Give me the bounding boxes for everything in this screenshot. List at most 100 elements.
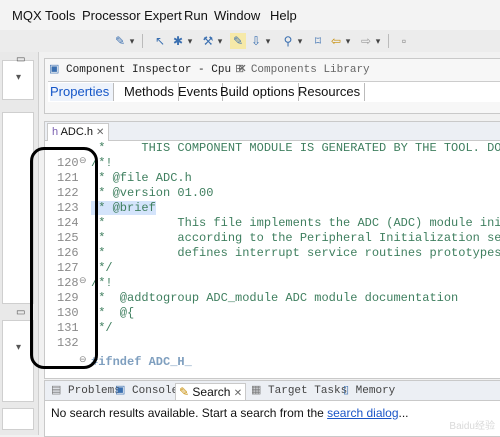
- tab-problems[interactable]: ▤ Problems: [51, 383, 121, 399]
- window-icon[interactable]: ▫: [396, 33, 412, 49]
- tab-label: Memory: [355, 385, 396, 397]
- code-line: 122 * @version 01.00: [45, 186, 500, 201]
- debug-icon[interactable]: ✎: [112, 33, 128, 49]
- console-icon: ▣: [115, 385, 126, 397]
- pin-icon[interactable]: ⚲: [280, 33, 296, 49]
- tab-properties[interactable]: Properties: [50, 83, 115, 101]
- line-number: 132: [57, 336, 79, 350]
- line-text: * @version 01.00: [91, 186, 214, 200]
- line-number: 130: [57, 306, 79, 320]
- tab-adc-h[interactable]: h ADC.h ✕: [47, 123, 110, 141]
- line-number: 127: [57, 261, 79, 275]
- menu-run[interactable]: Run: [184, 8, 208, 23]
- tab-label: Search: [192, 385, 231, 399]
- left-panel: ▭ ▾ ▭ ▾: [0, 52, 39, 435]
- chevron-down-icon[interactable]: ▾: [216, 33, 224, 49]
- fold-icon[interactable]: ⊖: [79, 276, 87, 286]
- code-line: 120 ⊖ /*!: [45, 156, 500, 171]
- minimize-icon[interactable]: ▭: [16, 307, 25, 318]
- property-tabs: Properties Methods Events Build options …: [48, 81, 500, 102]
- chevron-down-icon[interactable]: ▾: [16, 72, 21, 83]
- forward-icon[interactable]: ⇨: [358, 33, 374, 49]
- chevron-down-icon[interactable]: ▾: [16, 342, 21, 353]
- pointer-icon[interactable]: ↖: [152, 33, 168, 49]
- line-text: * THIS COMPONENT MODULE IS GENERATED BY …: [98, 141, 500, 155]
- tab-target-tasks[interactable]: ▦ Target Tasks: [251, 383, 347, 399]
- code-line: * THIS COMPONENT MODULE IS GENERATED BY …: [45, 141, 500, 156]
- message-text: No search results available. Start a sea…: [51, 406, 328, 420]
- menu-mqx-tools[interactable]: MQX Tools: [12, 8, 75, 23]
- bookmark-icon[interactable]: ⌑: [310, 33, 326, 49]
- search-dialog-link[interactable]: search dialog: [327, 406, 398, 420]
- code-line: 130 * @{: [45, 306, 500, 321]
- tab-methods[interactable]: Methods: [124, 83, 179, 101]
- code-line: 127 */: [45, 261, 500, 276]
- tab-console[interactable]: ▣ Console: [115, 383, 178, 399]
- inspector-icon: ▣: [49, 64, 60, 76]
- tasks-icon: ▦: [251, 385, 262, 397]
- line-number: 126: [57, 246, 79, 260]
- tab-label: Components Library: [250, 64, 370, 76]
- chevron-down-icon[interactable]: ▾: [374, 33, 382, 49]
- watermark: Baidu经验: [449, 421, 495, 432]
- left-view-bottom[interactable]: [2, 408, 34, 430]
- tab-build-options[interactable]: Build options: [220, 83, 300, 101]
- line-number: 121: [57, 171, 79, 185]
- code-line: 132: [45, 336, 500, 351]
- code-line: 128 ⊖ /*!: [45, 276, 500, 291]
- tab-resources[interactable]: Resources: [298, 83, 366, 101]
- search-icon[interactable]: ⇩: [248, 33, 264, 49]
- tab-components-library[interactable]: ⊞ Components Library: [235, 61, 370, 79]
- line-number: 123: [57, 201, 79, 215]
- tab-events[interactable]: Events: [178, 83, 223, 101]
- chevron-down-icon[interactable]: ▾: [186, 33, 194, 49]
- line-text: * @{: [91, 306, 135, 320]
- toolbar-separator: [142, 34, 143, 48]
- code-line: 129 * @addtogroup ADC_module ADC module …: [45, 291, 500, 306]
- editor-tab-bar: h ADC.h ✕: [45, 122, 500, 141]
- close-icon[interactable]: ✕: [234, 388, 242, 399]
- line-text: * defines interrupt service routines pro…: [91, 246, 500, 260]
- menu-processor-expert[interactable]: Processor Expert: [82, 8, 182, 23]
- code-line: ⊖ #ifndef ADC_H_: [45, 355, 500, 370]
- fold-icon[interactable]: ⊖: [79, 156, 87, 166]
- line-number: 124: [57, 216, 79, 230]
- line-text: /*!: [91, 156, 113, 170]
- tab-label: Console: [132, 385, 179, 397]
- message-ellipsis: ...: [398, 406, 409, 420]
- line-text: #ifndef ADC_H_: [91, 355, 192, 369]
- code-line: 131 */: [45, 321, 500, 336]
- tab-component-inspector[interactable]: ▣ Component Inspector - Cpu ✕: [49, 61, 247, 79]
- chevron-down-icon[interactable]: ▾: [128, 33, 136, 49]
- tab-label: Target Tasks: [268, 385, 348, 397]
- back-icon[interactable]: ⇦: [328, 33, 344, 49]
- code-area[interactable]: * THIS COMPONENT MODULE IS GENERATED BY …: [45, 141, 500, 378]
- menu-help[interactable]: Help: [270, 8, 297, 23]
- gear-icon[interactable]: ✱: [170, 33, 186, 49]
- wrench-icon[interactable]: ⚒: [200, 33, 216, 49]
- close-icon[interactable]: ✕: [96, 127, 104, 138]
- line-number: 131: [57, 321, 79, 335]
- line-text: * This file implements the ADC (ADC) mod…: [98, 216, 500, 230]
- chevron-down-icon[interactable]: ▾: [264, 33, 272, 49]
- tab-memory[interactable]: ▯ Memory: [343, 383, 395, 399]
- problems-icon: ▤: [51, 385, 62, 397]
- line-number: 129: [57, 291, 79, 305]
- tab-search[interactable]: ✎ Search ✕: [175, 383, 247, 400]
- code-line: 126 * defines interrupt service routines…: [45, 246, 500, 261]
- left-view-tree[interactable]: [2, 112, 34, 304]
- memory-icon: ▯: [343, 385, 350, 397]
- chevron-down-icon[interactable]: ▾: [344, 33, 352, 49]
- line-text: */: [91, 261, 113, 275]
- search-icon: ✎: [179, 385, 190, 399]
- header-file-icon: h: [52, 126, 59, 138]
- line-number: 125: [57, 231, 79, 245]
- left-view-outline[interactable]: [2, 320, 34, 402]
- fold-icon[interactable]: ⊖: [79, 355, 87, 365]
- highlight-icon[interactable]: ✎: [230, 33, 246, 49]
- menu-window[interactable]: Window: [214, 8, 260, 23]
- line-text: * @brief: [91, 201, 156, 215]
- minimize-icon[interactable]: ▭: [16, 54, 25, 65]
- line-number: 122: [57, 186, 79, 200]
- chevron-down-icon[interactable]: ▾: [296, 33, 304, 49]
